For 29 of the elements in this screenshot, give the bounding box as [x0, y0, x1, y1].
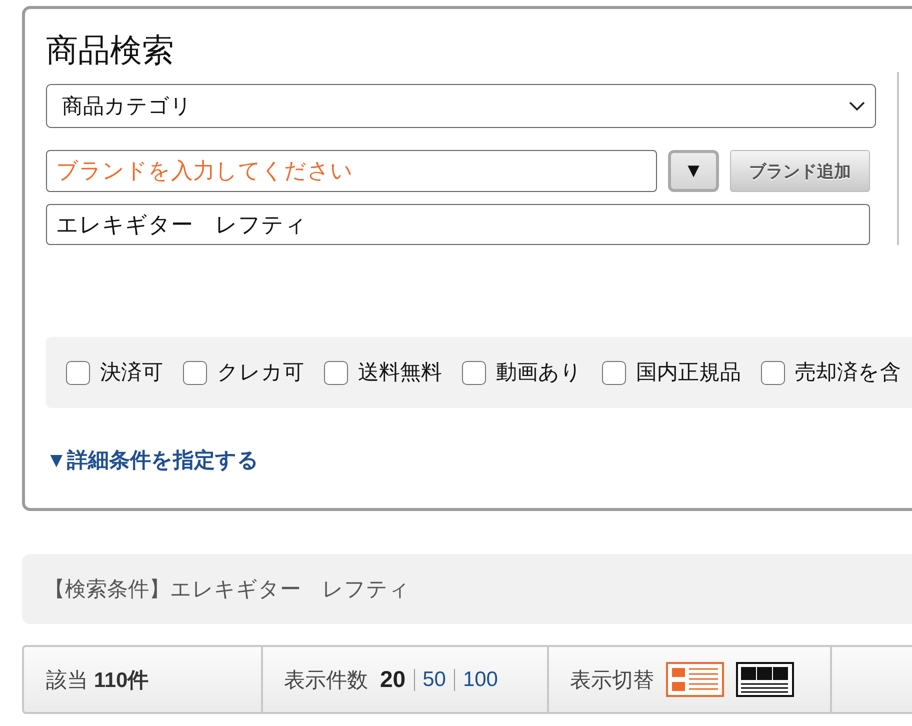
- add-brand-button[interactable]: ブランド追加: [730, 150, 870, 192]
- list-view-icon[interactable]: [666, 662, 724, 697]
- keyword-field[interactable]: エレキギター レフティ: [46, 204, 870, 245]
- checkbox[interactable]: [462, 360, 486, 384]
- dropdown-button[interactable]: ▼: [668, 150, 719, 192]
- checkbox[interactable]: [602, 360, 626, 384]
- checkbox[interactable]: [324, 360, 348, 384]
- per-page-option[interactable]: 100: [462, 668, 498, 692]
- checkbox[interactable]: [66, 360, 90, 384]
- chevron-down-icon: [849, 101, 865, 111]
- checkbox[interactable]: [761, 360, 785, 384]
- per-page-option[interactable]: 50: [422, 668, 446, 692]
- brand-field[interactable]: ブランドを入力してください: [46, 150, 657, 192]
- grid-view-icon[interactable]: [736, 662, 794, 697]
- per-page-option[interactable]: 20: [380, 666, 406, 693]
- panel-title: 商品検索: [46, 31, 174, 70]
- advanced-search-link[interactable]: ▼詳細条件を指定する: [46, 447, 259, 475]
- checkbox-label[interactable]: 送料無料: [358, 358, 442, 386]
- checkbox-label[interactable]: 売却済を含: [795, 358, 901, 386]
- search-conditions-text: 【検索条件】エレキギター レフティ: [44, 577, 410, 603]
- checkbox-label[interactable]: 国内正規品: [636, 358, 741, 386]
- checkbox-label[interactable]: クレカ可: [217, 358, 304, 386]
- checkbox[interactable]: [183, 360, 207, 384]
- view-switch-label: 表示切替: [570, 668, 654, 694]
- checkbox-label[interactable]: 動画あり: [496, 358, 582, 386]
- result-count: 該当 110件: [46, 668, 149, 694]
- category-select[interactable]: 商品カテゴリ: [46, 84, 876, 128]
- per-page-label: 表示件数: [284, 668, 368, 694]
- checkbox-label[interactable]: 決済可: [100, 358, 163, 386]
